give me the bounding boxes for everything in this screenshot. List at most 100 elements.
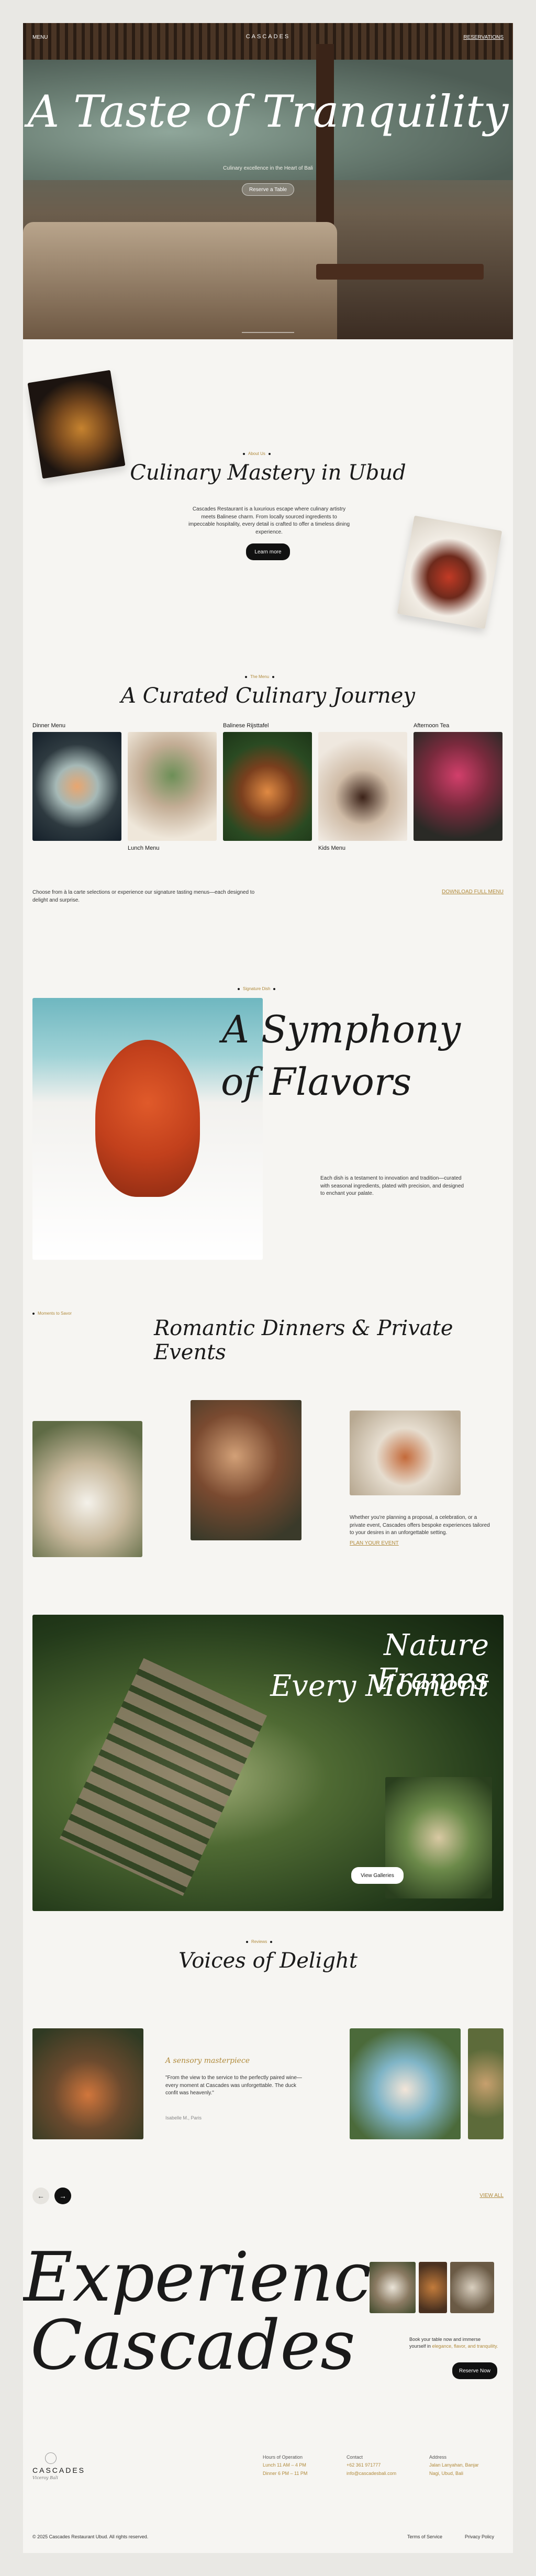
hero-progress — [242, 332, 294, 333]
footer-address-line2: Nagi, Ubud, Bali — [429, 2470, 464, 2476]
symphony-title-line2: of Flavors — [221, 1060, 412, 1104]
symphony-body: Each dish is a testament to innovation a… — [320, 1175, 464, 1196]
symphony-eyebrow: Signature Dish — [238, 986, 276, 991]
reserve-now-button[interactable]: Reserve Now — [452, 2362, 497, 2379]
eyebrow-dot-icon — [273, 987, 276, 990]
experience-section: Experience Cascades Book your table now … — [23, 2243, 513, 2421]
download-menu-link[interactable]: DOWNLOAD FULL MENU — [442, 889, 504, 895]
menu-label-balinese[interactable]: Balinese Rijsttafel — [223, 723, 269, 729]
lunch-menu-photo[interactable] — [128, 732, 217, 841]
romantic-body: Whether you're planning a proposal, a ce… — [350, 1515, 490, 1536]
footer-hours-lunch: Lunch 11 AM – 4 PM — [263, 2462, 306, 2468]
prev-review-button[interactable]: ← — [32, 2188, 49, 2204]
experience-body: Book your table now and immerse yourself… — [409, 2336, 498, 2350]
aerial-villas — [59, 1658, 267, 1896]
mastery-eyebrow-text: About Us — [248, 451, 265, 456]
voices-eyebrow-text: Reviews — [251, 1939, 267, 1944]
mastery-section: About Us Culinary Mastery in Ubud Cascad… — [23, 339, 513, 674]
footer-hours-dinner: Dinner 6 PM – 11 PM — [263, 2470, 308, 2476]
eyebrow-dot-icon — [243, 452, 245, 455]
footer-address-title: Address — [429, 2455, 447, 2460]
hero-sofa — [23, 222, 337, 339]
symphony-eyebrow-text: Signature Dish — [243, 986, 271, 991]
table-setting-photo — [350, 1411, 461, 1495]
romantic-eyebrow-text: Moments to Savor — [38, 1311, 72, 1316]
review-pool-photo — [350, 2028, 461, 2139]
review-author: Isabelle M., Paris — [165, 2115, 202, 2120]
brand-logo[interactable]: CASCADES — [23, 34, 513, 40]
footer-hours: Hours of Operation Lunch 11 AM – 4 PM Di… — [263, 2453, 307, 2478]
review-diners-photo — [32, 2028, 143, 2139]
lobster-shape — [95, 1040, 200, 1197]
afternoon-tea-photo[interactable] — [414, 732, 502, 841]
footer-logo-mark-icon — [45, 2452, 57, 2464]
menu-label-afternoon-tea[interactable]: Afternoon Tea — [414, 723, 449, 729]
reservations-link[interactable]: RESERVATIONS — [463, 35, 504, 40]
footer-email[interactable]: info@cascadesbali.com — [347, 2470, 396, 2478]
footer-address-line1: Jalan Lanyahan, Banjar — [429, 2462, 479, 2468]
symphony-title-line1: A Symphony — [222, 1007, 461, 1051]
review-peek-photo — [468, 2028, 504, 2139]
review-quote: "From the view to the service to the per… — [165, 2075, 302, 2096]
footer-contact-title: Contact — [347, 2455, 363, 2460]
experience-line1: Experience — [23, 2237, 412, 2317]
eyebrow-dot-icon — [270, 1940, 273, 1943]
journey-title: A Curated Culinary Journey — [120, 684, 416, 708]
voices-title: Voices of Delight — [178, 1949, 358, 1973]
kids-menu-photo[interactable] — [318, 732, 407, 841]
hero-reserve-button[interactable]: Reserve a Table — [242, 183, 294, 196]
eyebrow-dot-icon — [32, 1312, 35, 1315]
eyebrow-dot-icon — [272, 675, 275, 678]
view-galleries-button[interactable]: View Galleries — [351, 1867, 404, 1884]
hero-roof — [23, 23, 513, 60]
footer-logo-text: CASCADES — [32, 2466, 86, 2474]
hero-table — [316, 264, 484, 280]
footer-contact: Contact +62 361 971777 info@cascadesbali… — [347, 2453, 396, 2478]
hero-subtitle: Culinary excellence in the Heart of Bali — [223, 165, 313, 171]
journey-eyebrow-text: The Menu — [250, 674, 270, 679]
mastery-title: Culinary Mastery in Ubud — [130, 461, 406, 485]
eyebrow-dot-icon — [246, 1940, 248, 1943]
arrow-left-icon: ← — [37, 2192, 44, 2200]
mastery-body: Cascades Restaurant is a luxurious escap… — [188, 506, 350, 535]
menu-label-dinner[interactable]: Dinner Menu — [32, 723, 65, 729]
journey-section: The Menu A Curated Culinary Journey Dinn… — [23, 674, 513, 957]
journey-body: Choose from à la carte selections or exp… — [32, 890, 255, 903]
footer-logo-tag: Viceroy Bali — [32, 2475, 58, 2480]
eyebrow-dot-icon — [268, 452, 271, 455]
hero-section: MENU CASCADES RESERVATIONS A Taste of Tr… — [23, 23, 513, 339]
journey-eyebrow: The Menu — [245, 674, 275, 679]
symphony-section: Signature Dish A Symphony of Flavors Eac… — [23, 986, 513, 1280]
footer-hours-title: Hours of Operation — [263, 2455, 303, 2460]
experience-photo-2 — [419, 2262, 447, 2313]
page-frame: MENU CASCADES RESERVATIONS A Taste of Tr… — [23, 23, 513, 2553]
mastery-eyebrow: About Us — [243, 451, 271, 456]
footer: CASCADES Viceroy Bali Hours of Operation… — [23, 2442, 513, 2553]
romantic-eyebrow: Moments to Savor — [32, 1311, 72, 1316]
experience-body-highlight: elegance, flavor, and tranquility. — [432, 2344, 498, 2349]
quote-title: A sensory masterpiece — [165, 2057, 250, 2065]
menu-label-lunch[interactable]: Lunch Menu — [128, 845, 160, 851]
footer-copyright: © 2025 Cascades Restaurant Ubud. All rig… — [32, 2534, 149, 2539]
guest-dining-photo — [191, 1400, 302, 1540]
plan-event-link[interactable]: PLAN YOUR EVENT — [350, 1540, 399, 1546]
nature-section: Nature Frames Every Moment View Gallerie… — [23, 1615, 513, 1911]
eyebrow-dot-icon — [238, 987, 240, 990]
next-review-button[interactable]: → — [54, 2188, 71, 2204]
footer-address: Address Jalan Lanyahan, Banjar Nagi, Ubu… — [429, 2453, 479, 2478]
learn-more-button[interactable]: Learn more — [246, 543, 290, 560]
romantic-section: Moments to Savor Romantic Dinners & Priv… — [23, 1311, 513, 1573]
experience-photo-3 — [450, 2262, 494, 2313]
footer-phone[interactable]: +62 361 971777 — [347, 2461, 396, 2469]
terms-link[interactable]: Terms of Service — [407, 2534, 442, 2539]
menu-label-kids[interactable]: Kids Menu — [318, 845, 345, 851]
voices-eyebrow: Reviews — [246, 1939, 273, 1944]
balinese-menu-photo[interactable] — [223, 732, 312, 841]
dinner-menu-photo[interactable] — [32, 732, 121, 841]
experience-line2: Cascades — [30, 2305, 355, 2385]
footer-logo[interactable]: CASCADES Viceroy Bali — [32, 2452, 85, 2480]
voices-section: Reviews Voices of Delight A sensory mast… — [23, 1939, 513, 2233]
privacy-link[interactable]: Privacy Policy — [465, 2534, 494, 2539]
hero-title: A Taste of Tranquility — [27, 86, 509, 137]
view-all-reviews-link[interactable]: VIEW ALL — [479, 2193, 504, 2199]
